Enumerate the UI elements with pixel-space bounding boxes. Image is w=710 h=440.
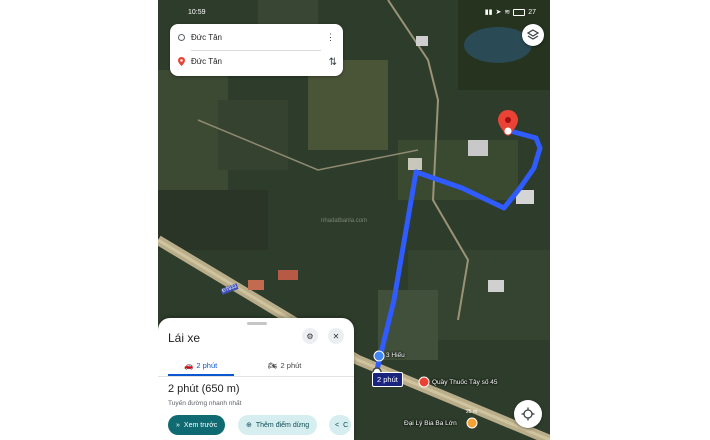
status-bar: 10:59 ▮▮ ➤ ≋ 27	[158, 0, 550, 22]
poi-pharmacy-marker[interactable]	[418, 376, 430, 388]
sheet-title: Lái xe	[168, 331, 201, 345]
route-time-badge[interactable]: 2 phút	[372, 372, 403, 387]
add-stop-icon: ⊕	[246, 422, 252, 429]
motorbike-icon: 🏍	[268, 360, 278, 370]
swap-directions-icon[interactable]: ⇅	[329, 57, 337, 68]
travel-mode-tabs: 🚗 2 phút 🏍 2 phút	[158, 356, 354, 377]
destination-pin-small-icon	[178, 57, 185, 66]
map-scale: 25 m	[466, 409, 478, 415]
directions-card: Đức Tân Đức Tân ⋮ ⇅	[170, 24, 343, 76]
sliders-icon: ⚙	[306, 331, 314, 341]
tabs-divider	[158, 376, 354, 377]
share-button[interactable]: < C	[329, 415, 351, 435]
battery-icon	[513, 8, 526, 16]
chevrons-right-icon: »	[176, 421, 180, 429]
preview-label: Xem trước	[183, 421, 218, 429]
signal-icon: ▮▮	[484, 9, 493, 16]
origin-circle-icon	[178, 34, 185, 41]
poi-beer-label[interactable]: Đại Lý Bia Ba Lớn	[404, 420, 457, 427]
close-icon: ✕	[332, 331, 340, 341]
destination-row[interactable]: Đức Tân	[178, 57, 222, 66]
tab-motorbike[interactable]: 🏍 2 phút	[268, 356, 301, 374]
poi-beer-marker[interactable]	[466, 417, 478, 429]
add-stop-button[interactable]: ⊕ Thêm điểm dừng	[238, 415, 318, 435]
directions-bottom-sheet: Lái xe ⚙ ✕ 🚗 2 phút 🏍 2 phút 2 phút (650…	[158, 318, 354, 440]
poi-hieu-label[interactable]: 3 Hiếu	[386, 352, 405, 359]
wifi-icon: ≋	[504, 9, 511, 16]
route-duration: 2 phút (650 m)	[168, 383, 240, 395]
tab-car-label: 2 phút	[196, 360, 218, 370]
origin-row[interactable]: Đức Tân	[178, 33, 222, 42]
tab-car[interactable]: 🚗 2 phút	[184, 356, 217, 374]
layers-button[interactable]	[522, 24, 544, 46]
share-label: C	[343, 421, 349, 429]
battery-level: 27	[528, 8, 536, 16]
share-icon: <	[335, 421, 340, 429]
add-stop-label: Thêm điểm dừng	[255, 421, 310, 429]
layers-icon	[527, 29, 539, 40]
watermark-text: nhadatbanla.com	[321, 218, 368, 224]
status-time: 10:59	[188, 9, 206, 16]
phone-screen: nhadatbanla.com ĐT833 3 Hiếu Quầy Thuốc …	[158, 0, 550, 440]
origin-field[interactable]: Đức Tân	[191, 33, 222, 42]
route-note: Tuyến đường nhanh nhất	[168, 400, 242, 407]
sheet-drag-handle[interactable]	[247, 322, 267, 325]
more-options-icon[interactable]: ⋮	[326, 32, 335, 43]
route-options-button[interactable]: ⚙	[302, 328, 318, 344]
close-button[interactable]: ✕	[328, 328, 344, 344]
card-divider	[191, 50, 321, 51]
preview-button[interactable]: » Xem trước	[168, 415, 226, 435]
poi-hieu-marker[interactable]	[373, 350, 385, 362]
car-icon: 🚗	[184, 360, 194, 370]
crosshair-icon	[521, 407, 535, 421]
location-arrow-icon: ➤	[495, 9, 502, 16]
my-location-button[interactable]	[514, 400, 542, 428]
destination-field[interactable]: Đức Tân	[191, 57, 222, 66]
poi-pharmacy-label[interactable]: Quầy Thuốc Tây số 45	[432, 379, 498, 386]
tab-motorbike-label: 2 phút	[280, 360, 302, 370]
